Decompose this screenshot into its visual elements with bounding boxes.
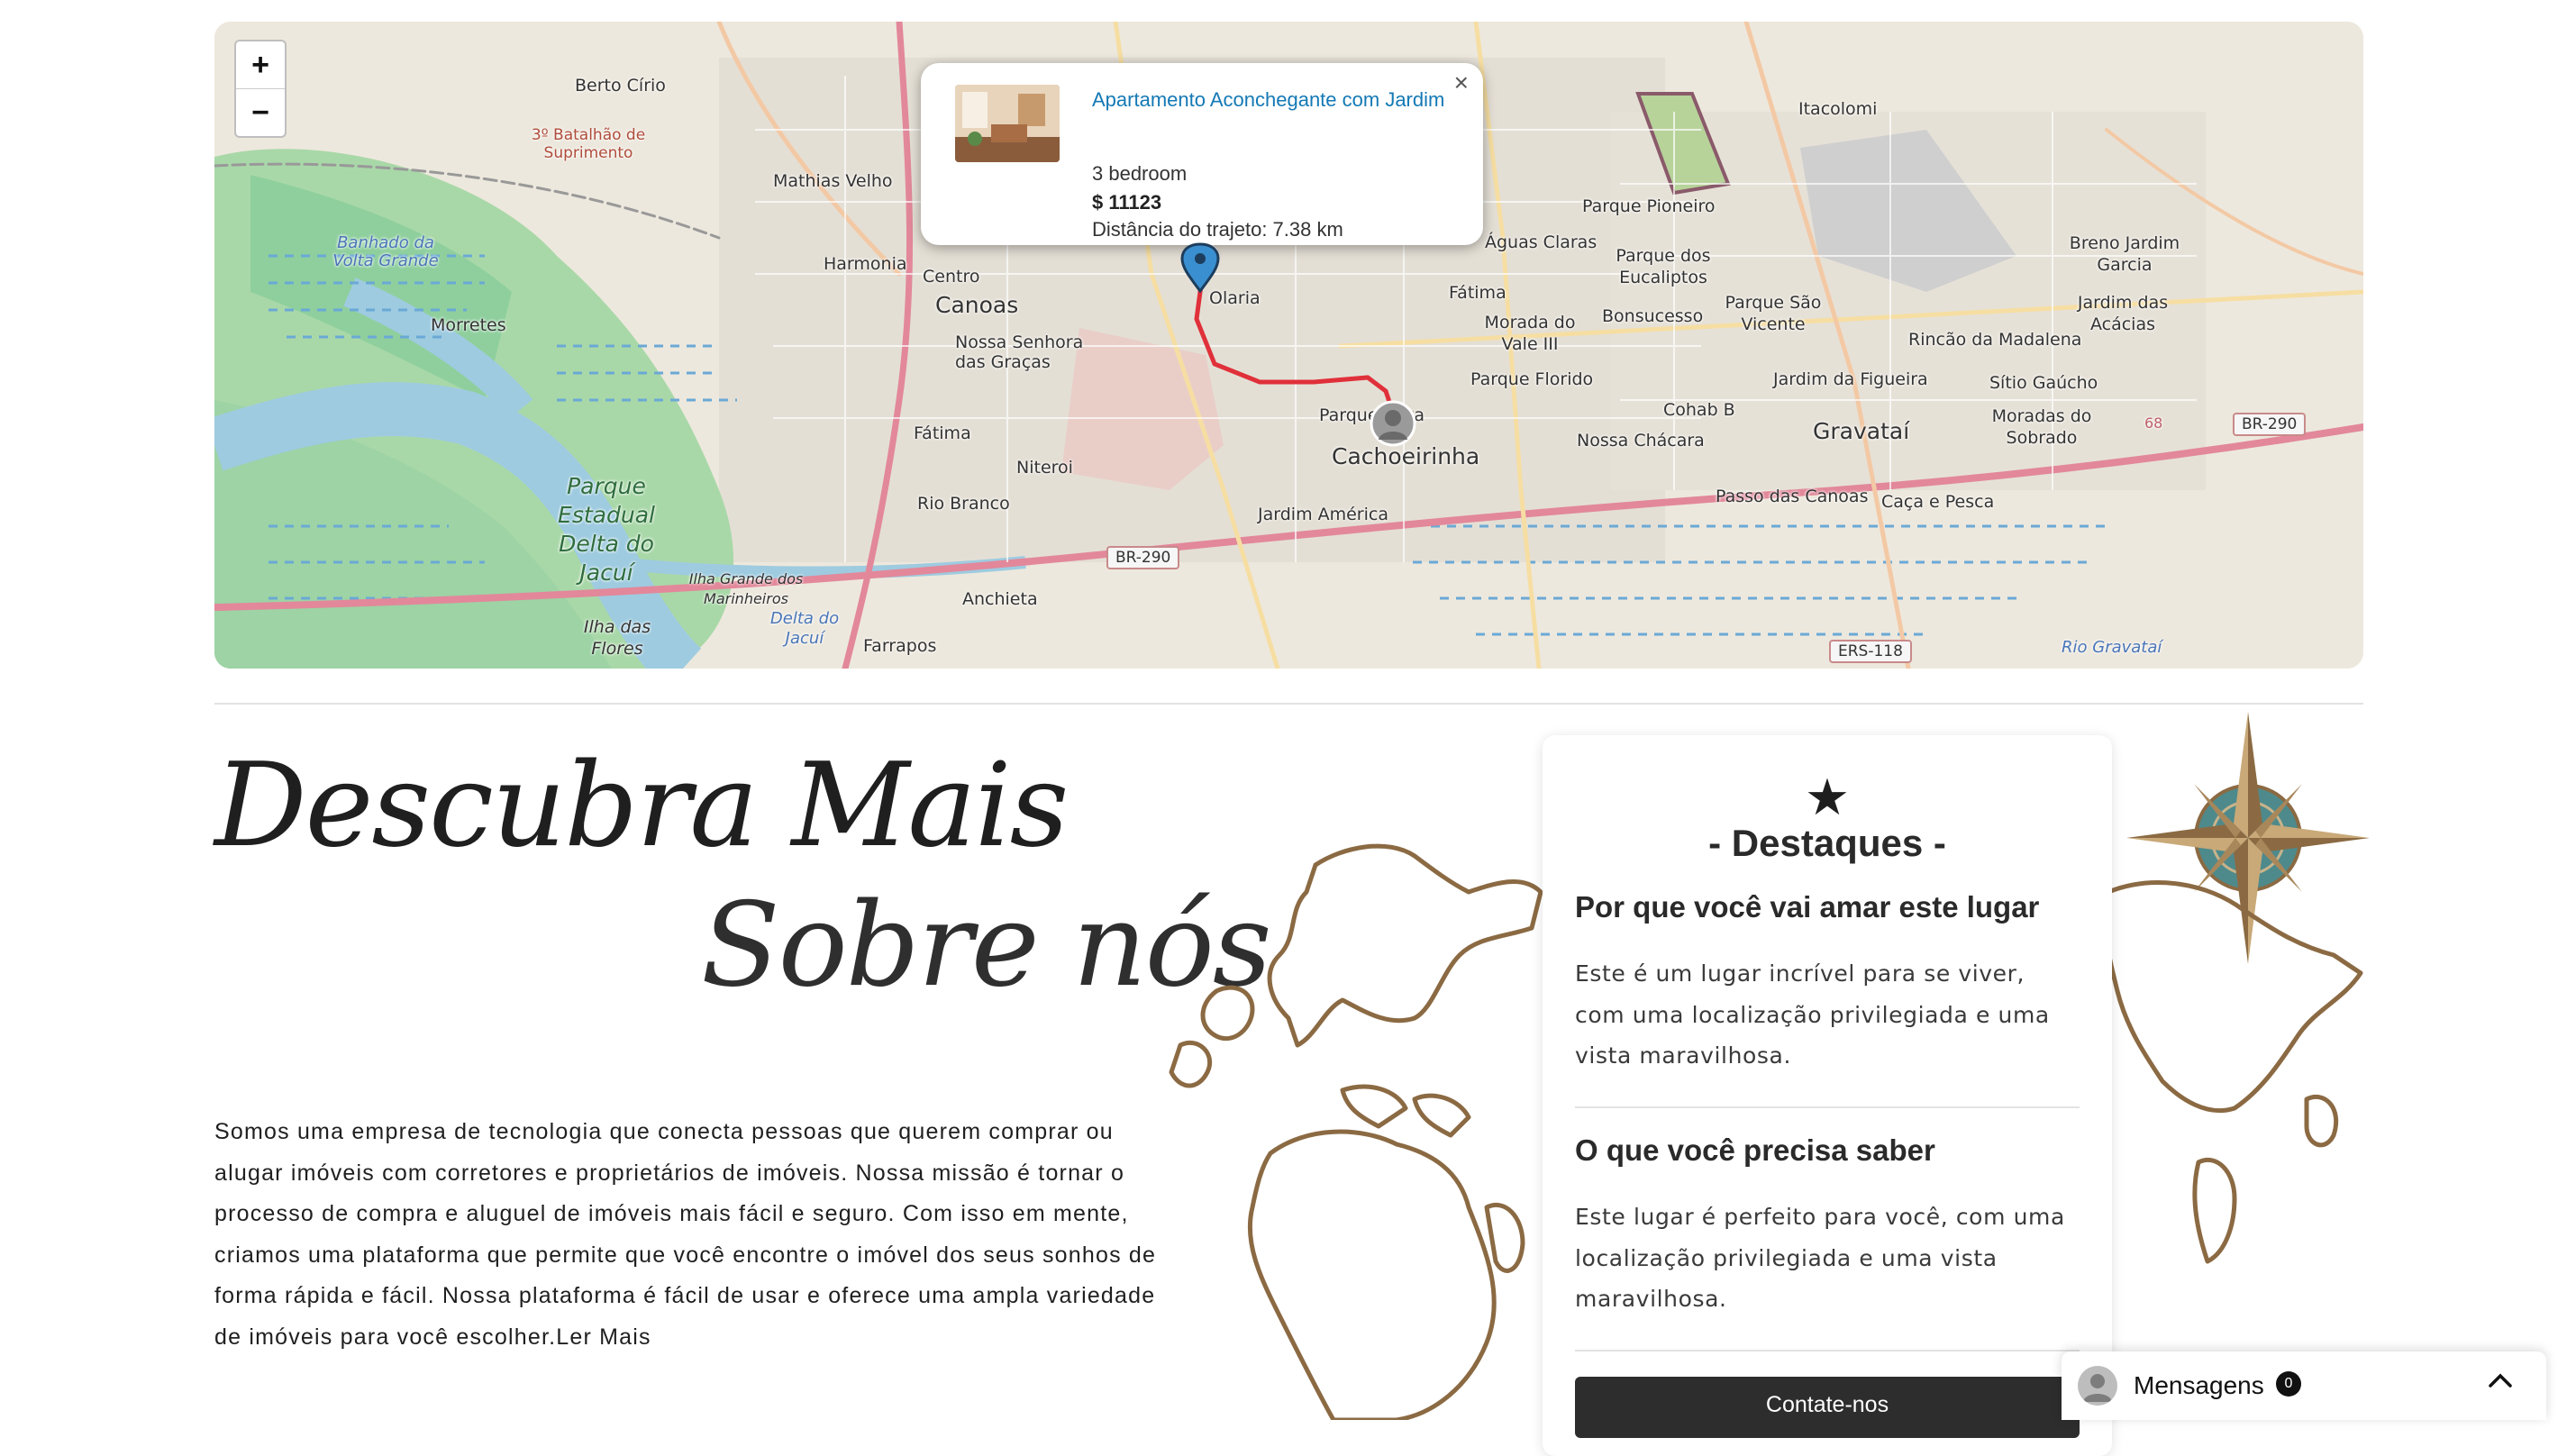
property-price: $ 11123 [1092, 191, 1162, 214]
map-label: Farrapos [863, 636, 937, 656]
map-label: Parque São Vicente [1725, 293, 1822, 334]
road-number: 68 [2144, 414, 2163, 432]
map-label: Águas Claras [1485, 232, 1597, 252]
asia-map-decoration [2102, 880, 2363, 1264]
map-label: Parque Pioneiro [1582, 196, 1716, 216]
property-thumbnail[interactable] [955, 85, 1060, 162]
map-label: Cohab B [1663, 400, 1735, 420]
messages-count-badge: 0 [2276, 1371, 2301, 1397]
location-pin-icon[interactable] [1180, 242, 1220, 297]
map-view[interactable]: + − Berto Círio 3º Batalhão de Supriment… [214, 22, 2363, 669]
road-shield: BR-290 [1106, 546, 1180, 569]
card-divider [1575, 1106, 2080, 1108]
messages-bar[interactable]: Mensagens 0 [2062, 1351, 2546, 1420]
user-location-icon[interactable] [1370, 400, 1416, 451]
map-label: Jardim América [1258, 505, 1388, 524]
map-label: Morretes [431, 315, 506, 335]
star-icon: ★ [1804, 769, 1851, 825]
map-label: Breno Jardim Garcia [2069, 233, 2180, 275]
property-popup: × Apartamento Aconchegante com Jardim 3 … [921, 63, 1483, 245]
property-title-link[interactable]: Apartamento Aconchegante com Jardim [1092, 86, 1452, 114]
map-label: Rio Gravataí [2062, 638, 2162, 657]
map-label: Jardim da Figueira [1773, 369, 1928, 389]
road-shield: ERS-118 [1829, 640, 1912, 663]
map-label: Moradas do Sobrado [1991, 406, 2092, 448]
map-label: Parque Estadual Delta do Jacuí [558, 473, 655, 586]
map-label: Caça e Pesca [1881, 492, 1995, 512]
zoom-out-button[interactable]: − [236, 89, 285, 136]
map-label: Gravataí [1813, 418, 1910, 444]
read-more-link[interactable]: Ler Mais [556, 1324, 651, 1350]
map-label: Mathias Velho [773, 171, 893, 191]
map-label: Bonsucesso [1602, 306, 1704, 326]
contact-button[interactable]: Contate-nos [1575, 1377, 2080, 1438]
property-bedrooms: 3 bedroom [1092, 162, 1188, 185]
map-label: Rincão da Madalena [1908, 330, 2082, 350]
highlights-title: - Destaques - [1708, 822, 1946, 864]
map-label: Itacolomi [1798, 99, 1878, 119]
heading-line-1: Descubra Mais [214, 739, 1069, 873]
about-text: Somos uma empresa de tecnologia que cone… [214, 1119, 1157, 1350]
map-label: Rio Branco [917, 494, 1010, 514]
map-label: Canoas [935, 292, 1019, 318]
map-label: Fátima [914, 423, 971, 443]
zoom-in-button[interactable]: + [236, 41, 285, 89]
section-text: Este lugar é perfeito para você, com uma… [1575, 1204, 2065, 1312]
map-label: Passo das Canoas [1716, 487, 1869, 506]
chevron-up-icon[interactable] [2487, 1368, 2514, 1402]
messages-label: Mensagens [2134, 1371, 2264, 1399]
map-label: Parque dos Eucaliptos [1616, 246, 1711, 287]
map-label: Harmonia [824, 254, 907, 274]
map-label: Parque Florido [1470, 369, 1594, 389]
section-heading: Por que você vai amar este lugar [1575, 890, 2040, 924]
route-distance: Distância do trajeto: 7.38 km [1092, 218, 1343, 241]
highlights-card: ★ - Destaques - Por que você vai amar es… [1543, 735, 2112, 1456]
road-shield: BR-290 [2233, 413, 2307, 436]
close-popup-button[interactable]: × [1454, 68, 1469, 97]
map-label: Morada do Vale III [1484, 313, 1576, 354]
map-label: Ilha Grande dos Marinheiros [688, 570, 804, 607]
map-label: Delta do Jacuí [769, 609, 840, 648]
map-label: Anchieta [962, 589, 1038, 609]
map-label: Fátima [1449, 283, 1506, 303]
section-heading: O que você precisa saber [1575, 1133, 1935, 1167]
map-label: 3º Batalhão de Suprimento [531, 126, 646, 162]
about-paragraph: Somos uma empresa de tecnologia que cone… [214, 1112, 1170, 1358]
zoom-controls: + − [234, 40, 287, 138]
map-label: Jardim das Acácias [2077, 293, 2169, 334]
card-divider [1575, 1350, 2080, 1351]
section-text: Este é um lugar incrível para se viver, … [1575, 960, 2050, 1069]
avatar [2078, 1366, 2117, 1406]
map-label: Niteroi [1016, 458, 1073, 478]
map-label: Nossa Chácara [1577, 431, 1705, 450]
map-label: Nossa Senhora das Graças [955, 332, 1084, 372]
world-map-decoration [1169, 843, 1543, 1420]
map-label: Sítio Gaúcho [1989, 373, 2098, 393]
map-label: Centro [923, 267, 980, 287]
map-label: Banhado da Volta Grande [332, 233, 439, 270]
section-divider [214, 703, 2363, 705]
map-label: Berto Círio [575, 76, 666, 96]
map-label: Ilha das Flores [583, 617, 651, 659]
